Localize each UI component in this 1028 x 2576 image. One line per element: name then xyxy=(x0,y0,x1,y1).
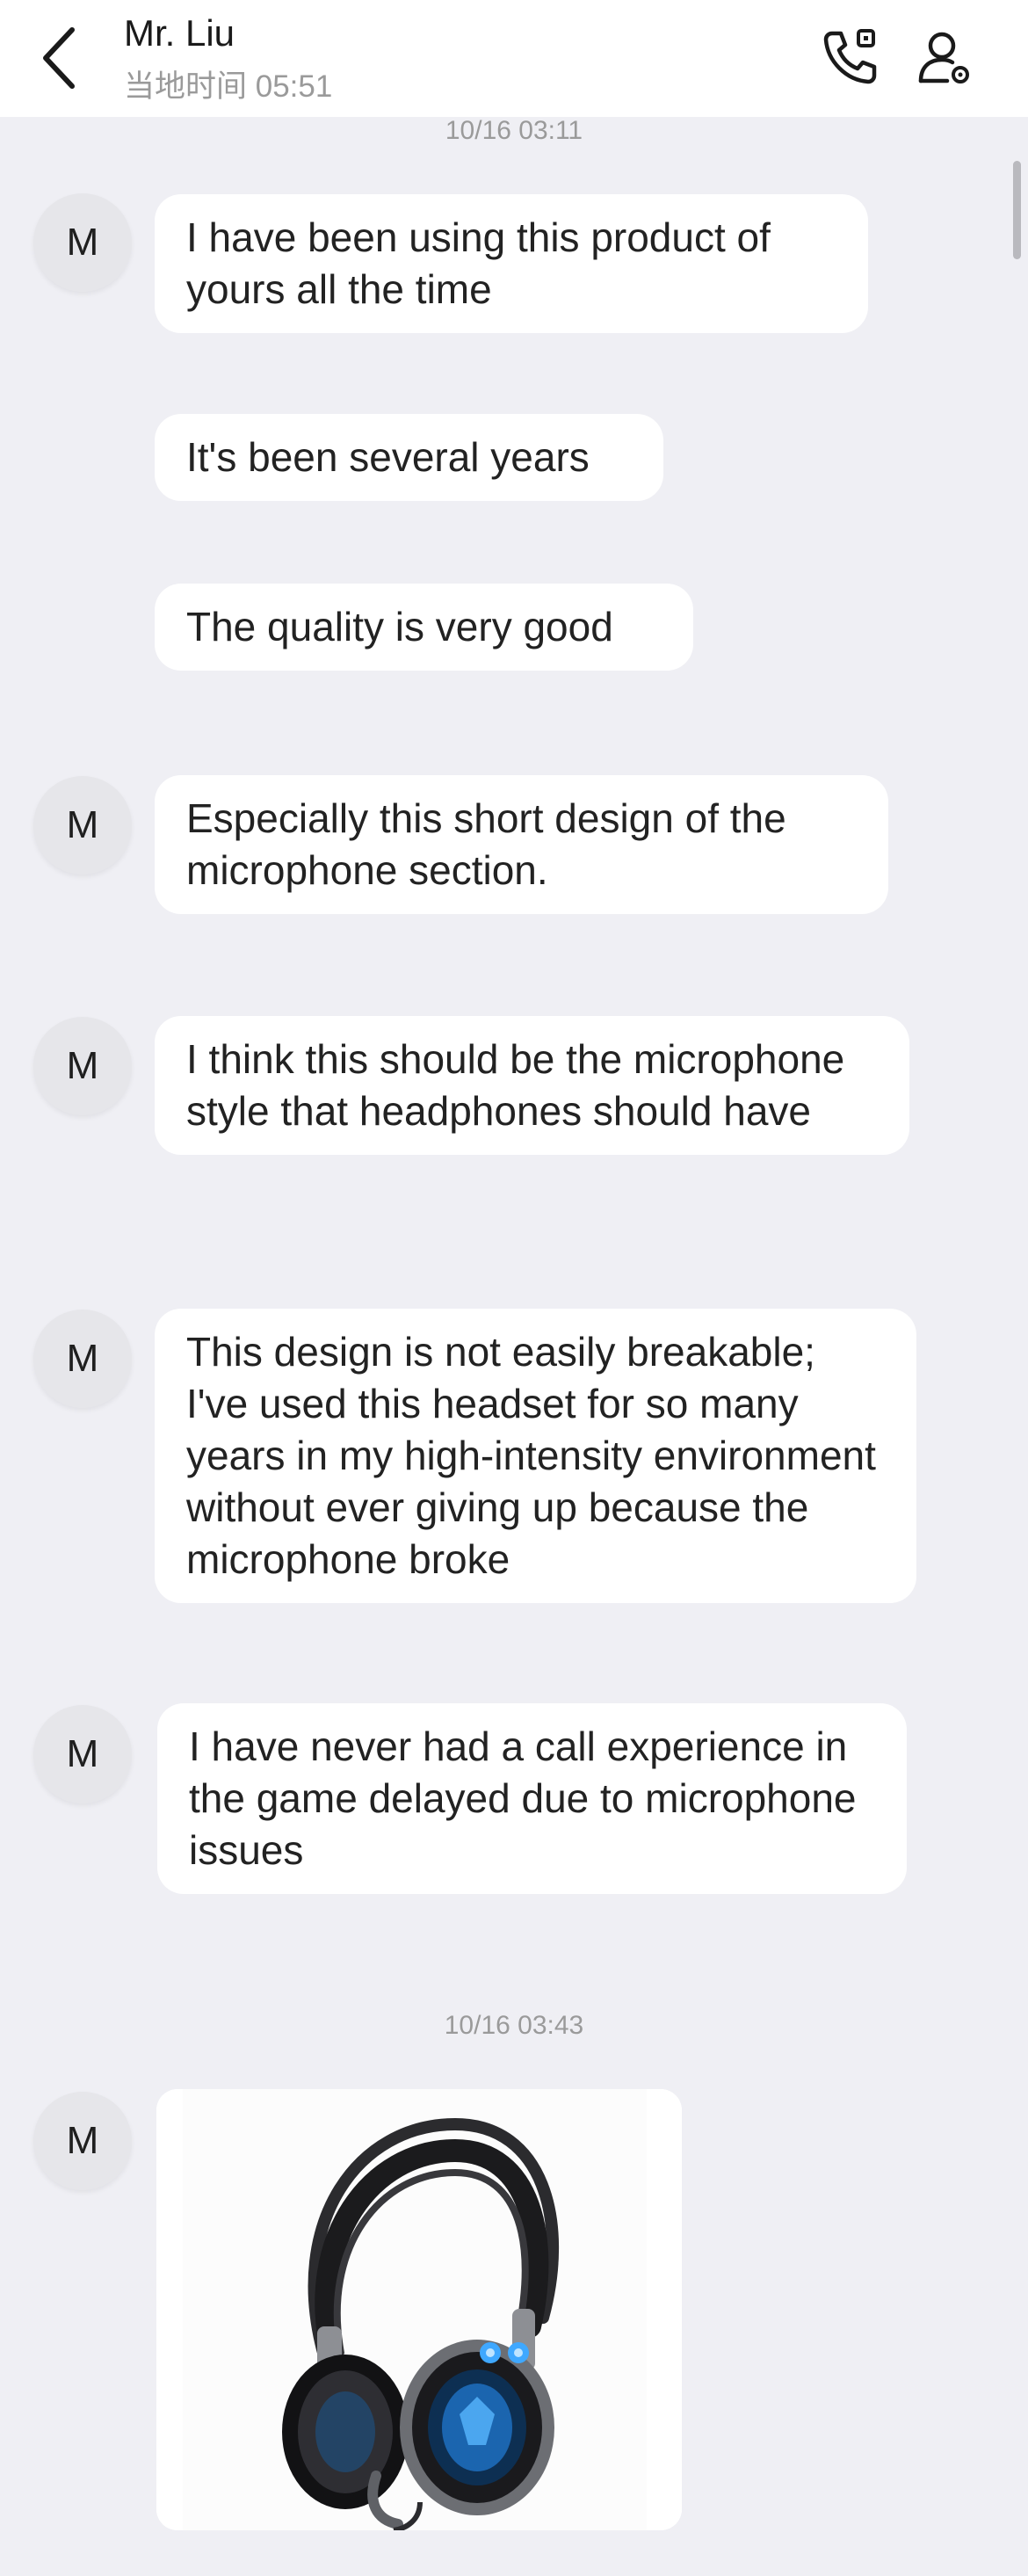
message-text: Especially this short design of the micr… xyxy=(186,795,786,893)
message-bubble[interactable]: I have been using this product of yours … xyxy=(155,194,868,333)
time-separator: 10/16 03:11 xyxy=(445,116,583,145)
sender-avatar[interactable]: M xyxy=(33,2092,132,2190)
scroll-indicator[interactable] xyxy=(1013,161,1021,259)
message-bubble[interactable]: I think this should be the microphone st… xyxy=(155,1016,909,1155)
local-time: 当地时间 05:51 xyxy=(124,69,333,104)
chat-header: Mr. Liu 当地时间 05:51 xyxy=(0,0,1028,117)
message-bubble[interactable]: Especially this short design of the micr… xyxy=(155,775,888,914)
message-text: The quality is very good xyxy=(186,604,613,649)
sender-avatar[interactable]: M xyxy=(33,1017,132,1115)
gaming-headset-image xyxy=(156,2089,682,2530)
voice-call-icon xyxy=(823,29,877,84)
image-message[interactable] xyxy=(156,2089,682,2530)
sender-avatar[interactable]: M xyxy=(33,193,132,292)
time-separator: 10/16 03:43 xyxy=(444,2011,584,2040)
sender-avatar[interactable]: M xyxy=(33,776,132,874)
message-bubble[interactable]: This design is not easily breakable; I'v… xyxy=(155,1309,916,1603)
sender-avatar[interactable]: M xyxy=(33,1705,132,1803)
message-bubble[interactable]: It's been several years xyxy=(155,414,663,501)
message-text: This design is not easily breakable; I'v… xyxy=(186,1329,876,1582)
message-text: I have never had a call experience in th… xyxy=(189,1723,857,1873)
sender-avatar[interactable]: M xyxy=(33,1310,132,1408)
message-bubble[interactable]: I have never had a call experience in th… xyxy=(157,1703,907,1894)
message-text: It's been several years xyxy=(186,434,590,480)
voice-call-button[interactable] xyxy=(820,26,881,88)
profile-settings-button[interactable] xyxy=(914,26,975,88)
message-bubble[interactable]: The quality is very good xyxy=(155,584,693,671)
back-button[interactable] xyxy=(35,23,88,93)
message-text: I have been using this product of yours … xyxy=(186,214,771,312)
message-text: I think this should be the microphone st… xyxy=(186,1036,845,1134)
back-icon xyxy=(43,27,75,89)
contact-name: Mr. Liu xyxy=(124,12,235,54)
profile-settings-icon xyxy=(918,32,969,83)
